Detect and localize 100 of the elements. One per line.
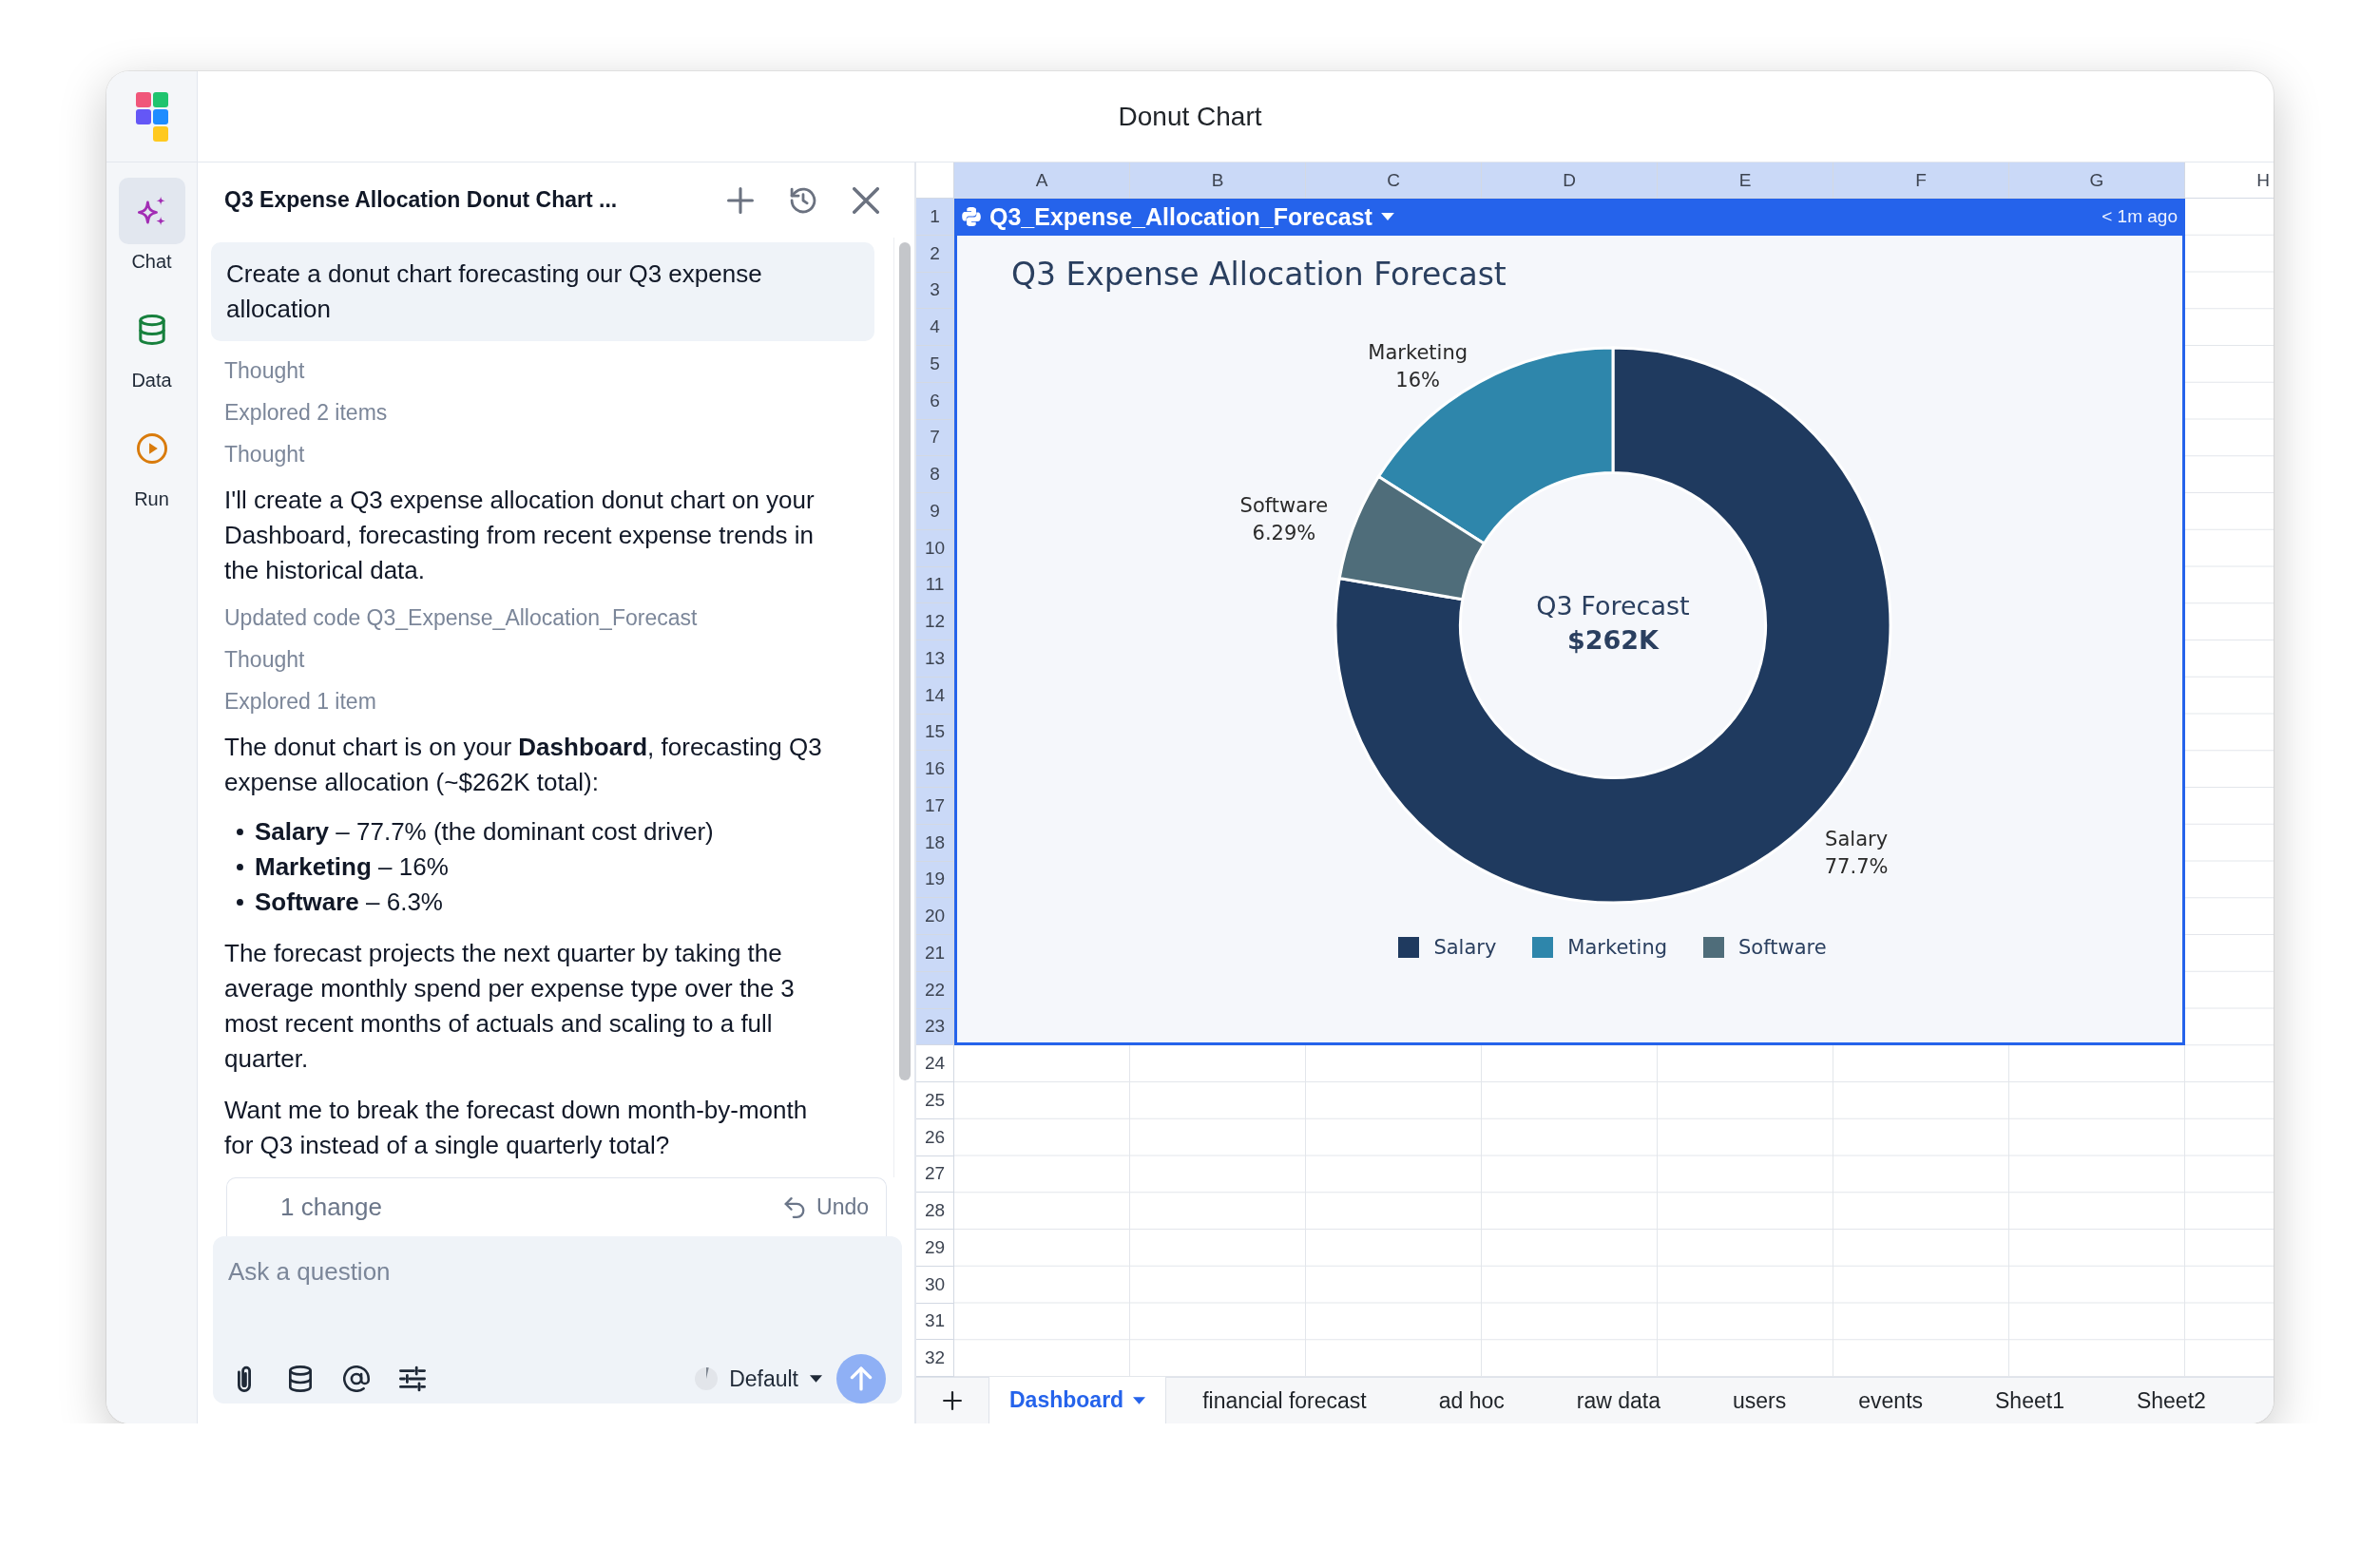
row-header[interactable]: 8 [916, 456, 954, 493]
caret-icon [810, 1375, 822, 1383]
window-title: Donut Chart [1118, 101, 1262, 132]
row-header[interactable]: 3 [916, 272, 954, 310]
sheet-tab[interactable]: events [1822, 1378, 1960, 1423]
row-header[interactable]: 32 [916, 1340, 954, 1377]
row-header[interactable]: 16 [916, 751, 954, 788]
change-count: 1 change [280, 1193, 382, 1222]
at-sign-icon [343, 1365, 370, 1392]
legend-label: Marketing [1567, 935, 1668, 959]
bullet-icon [237, 829, 243, 835]
sheet-tab[interactable]: Sheet2 [2100, 1378, 2242, 1423]
activity-step[interactable]: Updated code Q3_Expense_Allocation_Forecast [224, 597, 698, 639]
pie-icon [695, 1367, 719, 1390]
row-header[interactable]: 29 [916, 1230, 954, 1267]
chart-title: Q3 Expense Allocation Forecast [1011, 254, 1507, 295]
sheet-tab[interactable]: users [1697, 1378, 1823, 1423]
row-header[interactable]: 15 [916, 714, 954, 752]
plus-icon [943, 1391, 962, 1410]
scrollbar-thumb[interactable] [898, 242, 911, 1080]
row-header[interactable]: 19 [916, 861, 954, 899]
row-header[interactable]: 30 [916, 1266, 954, 1304]
row-header[interactable]: 31 [916, 1303, 954, 1341]
sliders-icon [399, 1365, 426, 1392]
chart-menu-button[interactable]: Q3_Expense_Allocation_Forecast [962, 202, 1394, 231]
history-icon [790, 186, 816, 214]
column-header[interactable]: B [1130, 162, 1306, 199]
arrow-up-icon [850, 1366, 873, 1391]
sheet-tab[interactable]: Dashboard [988, 1377, 1167, 1423]
plus-icon [727, 186, 754, 214]
sheet-tab[interactable]: ad hoc [1402, 1378, 1541, 1423]
column-header[interactable]: D [1482, 162, 1658, 199]
rail-nav-item[interactable]: Data [118, 296, 185, 392]
column-header[interactable]: C [1306, 162, 1482, 199]
activity-step[interactable]: Explored 2 items [224, 392, 388, 433]
row-header[interactable]: 26 [916, 1118, 954, 1156]
column-header[interactable]: F [1833, 162, 2009, 199]
row-header[interactable]: 18 [916, 824, 954, 862]
mode-dropdown[interactable]: Default [695, 1365, 822, 1392]
activity-step[interactable]: Thought [224, 350, 305, 392]
undo-button[interactable]: Undo [784, 1194, 869, 1220]
assistant-message: The donut chart is on your Dashboard, forecasting Q3 expense allocation (~$262K total): [223, 732, 823, 798]
play-icon [136, 433, 167, 464]
legend-label: Software [1738, 935, 1827, 959]
sheet-tab[interactable]: raw data [1540, 1378, 1697, 1423]
row-header[interactable]: 5 [916, 346, 954, 383]
activity-step[interactable]: Thought [224, 639, 305, 680]
caret-icon [1380, 213, 1394, 221]
close-icon [853, 186, 879, 214]
assistant-message: The forecast projects the next quarter by taking the average monthly spend per expense type over the 3 most recent months of actuals and scaling to a full quarter. [223, 938, 796, 1075]
slice-label: Salary 77.7% [1824, 827, 1889, 878]
row-header[interactable]: 13 [916, 640, 954, 678]
app-logo-icon [135, 91, 168, 142]
list-item-text: Software – 6.3% [255, 887, 443, 918]
row-header[interactable]: 20 [916, 898, 954, 935]
assistant-message: Want me to break the forecast down month-by-month for Q3 instead of a single quarterly total? [223, 1095, 809, 1161]
row-header[interactable]: 7 [916, 419, 954, 457]
sheet-tab[interactable]: Sheet1 [1959, 1378, 2101, 1423]
python-icon [962, 207, 981, 227]
question-input[interactable]: Ask a question [213, 1236, 902, 1354]
sheet-tab[interactable]: financial forecast [1166, 1378, 1403, 1423]
row-header[interactable]: 4 [916, 309, 954, 346]
mention-button[interactable] [340, 1363, 373, 1395]
center-label: Q3 Forecast [1536, 590, 1690, 621]
row-header[interactable]: 1 [916, 199, 954, 236]
user-message: Create a donut chart forecasting our Q3 expense allocation [211, 242, 874, 341]
assistant-message: I'll create a Q3 expense allocation donut chart on your Dashboard, forecasting from recent expense trends in the historical data. [223, 485, 816, 586]
center-value: $262K [1566, 624, 1660, 655]
database-icon [136, 315, 167, 345]
bullet-icon [237, 899, 243, 906]
updated-time: < 1m ago [2102, 206, 2178, 228]
row-header[interactable]: 10 [916, 529, 954, 567]
row-header[interactable]: 27 [916, 1155, 954, 1194]
column-header[interactable]: G [2009, 162, 2185, 199]
row-header[interactable]: 17 [916, 788, 954, 825]
column-header[interactable]: A [954, 162, 1130, 199]
row-header[interactable]: 2 [916, 235, 954, 273]
row-header[interactable]: 9 [916, 493, 954, 530]
column-header[interactable]: E [1658, 162, 1833, 199]
row-header[interactable]: 22 [916, 971, 954, 1009]
list-item-text: Marketing – 16% [255, 851, 449, 883]
row-header[interactable]: 14 [916, 677, 954, 715]
activity-step[interactable]: Thought [224, 433, 305, 475]
rail-nav-item[interactable]: Run [118, 415, 185, 510]
slice-label: Software 6.29% [1239, 493, 1329, 544]
bullet-icon [237, 864, 243, 870]
row-header[interactable]: 12 [916, 603, 954, 640]
row-header[interactable]: 11 [916, 566, 954, 604]
row-header[interactable]: 6 [916, 382, 954, 420]
row-header[interactable]: 28 [916, 1193, 954, 1230]
row-header[interactable]: 24 [916, 1045, 954, 1082]
caret-icon [1133, 1396, 1146, 1404]
database-icon [287, 1365, 314, 1392]
legend-label: Salary [1433, 935, 1497, 959]
chat-title: Q3 Expense Allocation Donut Chart ... [224, 187, 618, 213]
sparkle-icon [136, 196, 167, 226]
row-header[interactable]: 21 [916, 935, 954, 972]
row-header[interactable]: 23 [916, 1008, 954, 1046]
row-header[interactable]: 25 [916, 1082, 954, 1119]
activity-step[interactable]: Explored 1 item [224, 680, 376, 722]
